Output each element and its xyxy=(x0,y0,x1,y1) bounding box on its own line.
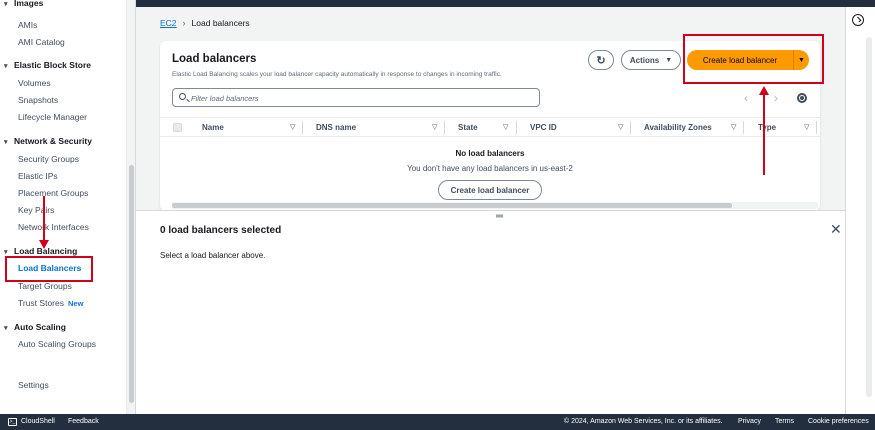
empty-state-subtitle: You don't have any load balancers in us-… xyxy=(407,164,573,173)
sidebar-item-ami-catalog[interactable]: AMI Catalog xyxy=(18,37,65,47)
caret-down-icon: ▾ xyxy=(4,139,8,146)
column-state[interactable]: State xyxy=(458,123,478,132)
annotation-highlight-create-button xyxy=(683,34,824,84)
breadcrumb-ec2-link[interactable]: EC2 xyxy=(160,18,177,28)
breadcrumb: EC2 › Load balancers xyxy=(160,18,250,28)
cloudshell-link[interactable]: CloudShell xyxy=(21,418,55,425)
column-name[interactable]: Name xyxy=(202,123,224,132)
sidebar-item-target-groups[interactable]: Target Groups xyxy=(18,281,72,291)
split-panel-title: 0 load balancers selected xyxy=(160,225,282,236)
annotation-arrowhead-up xyxy=(759,86,769,95)
sidebar-item-network-interfaces[interactable]: Network Interfaces xyxy=(18,222,89,232)
actions-button[interactable]: Actions ▼ xyxy=(621,50,681,70)
column-dns-name[interactable]: DNS name xyxy=(316,123,356,132)
table-header: Name ▽ DNS name ▽ State ▽ VPC ID ▽ Avail… xyxy=(160,117,820,137)
privacy-link[interactable]: Privacy xyxy=(738,418,761,425)
column-divider[interactable] xyxy=(516,121,517,134)
right-rail xyxy=(845,7,875,414)
table-horizontal-scrollbar[interactable] xyxy=(172,202,818,209)
sidebar-item-trust-stores[interactable]: Trust Stores New xyxy=(18,298,83,308)
caret-down-icon: ▾ xyxy=(4,325,8,332)
chevron-right-icon: › xyxy=(182,18,186,28)
new-badge: New xyxy=(67,299,84,308)
column-divider[interactable] xyxy=(743,121,744,134)
sidebar-scrollbar[interactable] xyxy=(126,0,135,414)
search-icon xyxy=(179,93,186,100)
sidebar-item-key-pairs[interactable]: Key Pairs xyxy=(18,205,54,215)
sidebar-scrollbar-thumb[interactable] xyxy=(129,165,134,403)
sort-icon[interactable]: ▽ xyxy=(804,123,809,131)
search-placeholder: Filter load balancers xyxy=(191,94,259,103)
sidebar-section-network[interactable]: ▾ Network & Security xyxy=(4,136,92,146)
cloudshell-icon[interactable]: >_ xyxy=(8,418,17,426)
copyright-text: © 2024, Amazon Web Services, Inc. or its… xyxy=(564,418,723,425)
caret-down-icon: ▾ xyxy=(4,63,8,70)
resize-handle-icon[interactable]: ═ xyxy=(496,211,503,222)
caret-down-icon: ▾ xyxy=(4,249,8,256)
annotation-arrow-sidebar xyxy=(43,196,45,242)
sidebar-item-placement-groups[interactable]: Placement Groups xyxy=(18,188,88,198)
column-availability-zones[interactable]: Availability Zones xyxy=(644,123,712,132)
sort-icon[interactable]: ▽ xyxy=(290,123,295,131)
feedback-link[interactable]: Feedback xyxy=(68,418,99,425)
chevron-right-icon[interactable]: › xyxy=(774,91,778,105)
column-divider[interactable] xyxy=(302,121,303,134)
empty-create-load-balancer-button[interactable]: Create load balancer xyxy=(438,180,542,200)
sidebar-section-auto-scaling[interactable]: ▾ Auto Scaling xyxy=(4,322,66,332)
refresh-icon: ↻ xyxy=(596,54,606,67)
sort-icon[interactable]: ▽ xyxy=(731,123,736,131)
chevron-left-icon[interactable]: ‹ xyxy=(744,91,748,105)
page-scrollbar[interactable] xyxy=(866,37,872,397)
gear-icon[interactable] xyxy=(797,93,807,103)
annotation-arrowhead-down xyxy=(39,240,49,249)
column-divider[interactable] xyxy=(816,121,817,134)
info-panel-icon[interactable] xyxy=(852,14,864,26)
column-vpc-id[interactable]: VPC ID xyxy=(530,123,557,132)
empty-state-title: No load balancers xyxy=(455,149,525,158)
annotation-highlight-load-balancers xyxy=(5,256,93,282)
scrollbar-thumb[interactable] xyxy=(172,203,732,208)
split-panel-subtitle: Select a load balancer above. xyxy=(160,251,266,260)
sidebar-nav: ▾ Images AMIs AMI Catalog ▾ Elastic Block … xyxy=(0,0,136,414)
sidebar-item-amis[interactable]: AMIs xyxy=(18,20,37,30)
column-type[interactable]: Type xyxy=(758,123,776,132)
panel-description: Elastic Load Balancing scales your load … xyxy=(172,71,502,78)
caret-down-icon: ▾ xyxy=(4,1,8,8)
search-input[interactable]: Filter load balancers xyxy=(172,88,540,107)
sidebar-item-security-groups[interactable]: Security Groups xyxy=(18,154,79,164)
sidebar-section-images[interactable]: ▾ Images xyxy=(4,0,43,8)
sort-icon[interactable]: ▽ xyxy=(618,123,623,131)
sort-icon[interactable]: ▽ xyxy=(503,123,508,131)
refresh-button[interactable]: ↻ xyxy=(588,50,614,70)
sort-icon[interactable]: ▽ xyxy=(432,123,437,131)
breadcrumb-current: Load balancers xyxy=(191,18,250,28)
footer: >_ CloudShell Feedback © 2024, Amazon We… xyxy=(0,414,875,430)
split-panel: ═ 0 load balancers selected Select a loa… xyxy=(136,210,845,414)
sidebar-item-lifecycle-manager[interactable]: Lifecycle Manager xyxy=(18,112,87,122)
annotation-arrow-create xyxy=(763,95,765,175)
select-all-checkbox[interactable] xyxy=(173,123,182,132)
page-title: Load balancers xyxy=(172,53,257,65)
sidebar-item-volumes[interactable]: Volumes xyxy=(18,78,51,88)
caret-down-icon: ▼ xyxy=(665,56,673,64)
sidebar-item-elastic-ips[interactable]: Elastic IPs xyxy=(18,171,58,181)
column-divider[interactable] xyxy=(444,121,445,134)
sidebar-item-settings[interactable]: Settings xyxy=(18,380,49,390)
sidebar-item-auto-scaling-groups[interactable]: Auto Scaling Groups xyxy=(18,339,96,349)
column-divider[interactable] xyxy=(630,121,631,134)
cookie-preferences-link[interactable]: Cookie preferences xyxy=(808,418,869,425)
close-icon[interactable]: ✕ xyxy=(830,221,842,238)
sidebar-section-ebs[interactable]: ▾ Elastic Block Store xyxy=(4,60,91,70)
sidebar-item-snapshots[interactable]: Snapshots xyxy=(18,95,58,105)
terms-link[interactable]: Terms xyxy=(775,418,794,425)
